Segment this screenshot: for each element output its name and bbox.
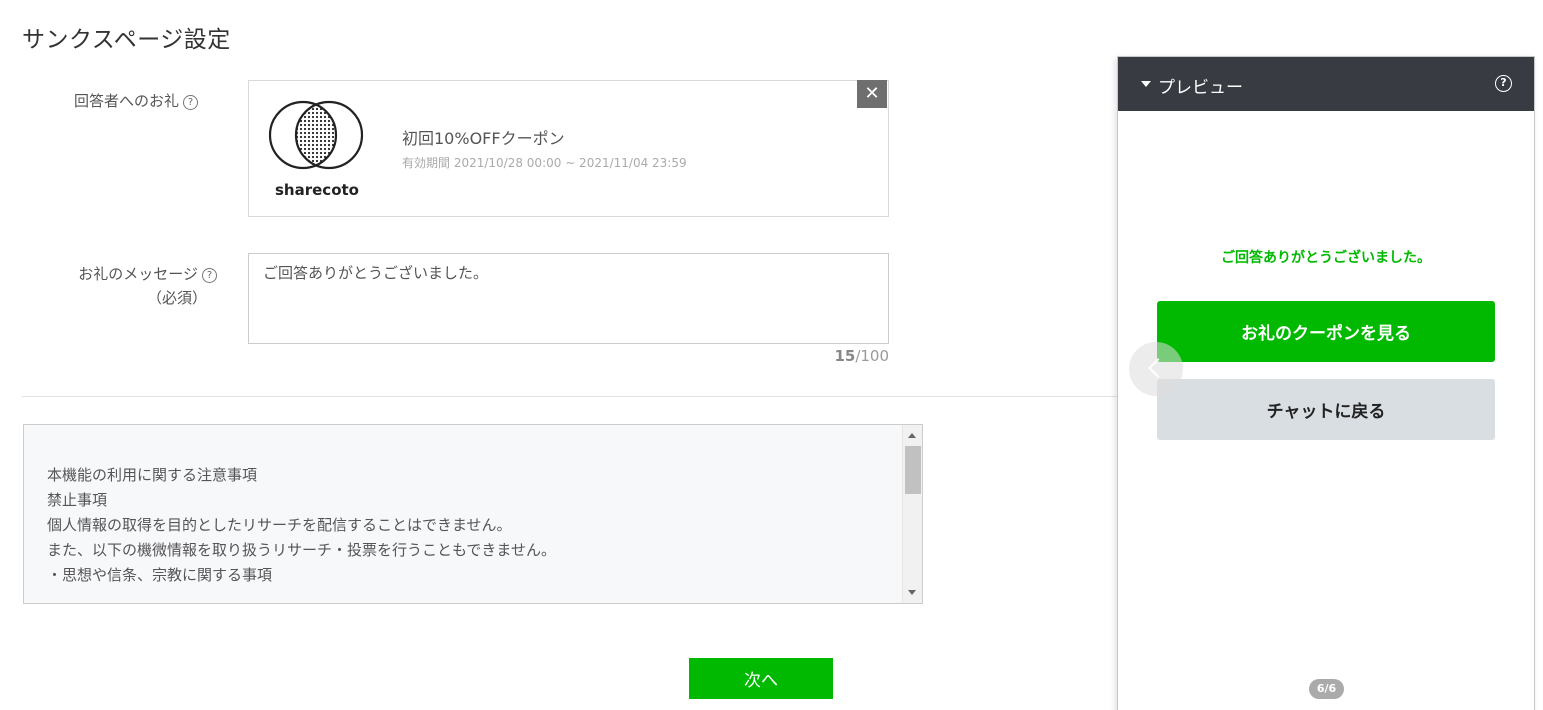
back-to-chat-button[interactable]: チャットに戻る xyxy=(1157,379,1495,440)
notice-line: 本機能の利用に関する注意事項 xyxy=(47,466,258,484)
notice-content: 本機能の利用に関する注意事項 禁止事項 個人情報の取得を目的としたリサーチを配信… xyxy=(47,463,887,588)
scroll-thumb[interactable] xyxy=(905,446,921,494)
help-icon[interactable]: ? xyxy=(1495,75,1512,92)
coupon-title: 初回10%OFFクーポン xyxy=(402,129,565,148)
preview-thanks-message: ご回答ありがとうございました。 xyxy=(1221,250,1431,266)
view-coupon-button[interactable]: お礼のクーポンを見る xyxy=(1157,301,1495,362)
scrollbar[interactable] xyxy=(902,425,922,603)
divider xyxy=(22,396,1118,397)
remove-coupon-button[interactable]: ✕ xyxy=(857,80,887,108)
scroll-up-icon[interactable] xyxy=(908,433,916,438)
preview-header[interactable]: プレビュー ? xyxy=(1118,57,1534,111)
preview-title[interactable]: プレビュー xyxy=(1158,73,1243,98)
sharecoto-logo: sharecoto xyxy=(263,95,371,203)
next-button[interactable]: 次へ xyxy=(689,658,833,699)
chevron-left-icon[interactable] xyxy=(1129,342,1183,396)
preview-panel: プレビュー ? ご回答ありがとうございました。 お礼のクーポンを見る チャットに… xyxy=(1117,56,1535,710)
char-count: 15 xyxy=(834,347,856,365)
reward-label: 回答者へのお礼 xyxy=(74,92,180,110)
notice-line: 禁止事項 xyxy=(47,491,108,509)
message-label-row: お礼のメッセージ? （必須） xyxy=(57,262,217,310)
page-title: サンクスページ設定 xyxy=(22,27,231,53)
scroll-down-icon[interactable] xyxy=(908,590,916,595)
message-label: お礼のメッセージ xyxy=(78,265,198,283)
required-label: （必須） xyxy=(146,289,207,307)
logo-text: sharecoto xyxy=(275,181,359,199)
notice-line: 個人情報の取得を目的としたリサーチを配信することはできません。 xyxy=(47,516,512,534)
help-icon[interactable]: ? xyxy=(183,95,199,110)
help-icon[interactable]: ? xyxy=(202,268,217,283)
reward-label-row: 回答者へのお礼? xyxy=(74,90,199,111)
coupon-validity: 有効期間 2021/10/28 00:00 ~ 2021/11/04 23:59 xyxy=(402,156,687,170)
notice-line: また、以下の機微情報を取り扱うリサーチ・投票を行うこともできません。 xyxy=(47,541,556,559)
char-max: /100 xyxy=(855,347,889,365)
notice-box[interactable]: 本機能の利用に関する注意事項 禁止事項 個人情報の取得を目的としたリサーチを配信… xyxy=(23,424,923,604)
message-textarea[interactable]: ご回答ありがとうございました。 xyxy=(248,253,889,344)
char-counter: 15/100 xyxy=(834,347,889,365)
coupon-card: sharecoto 初回10%OFFクーポン 有効期間 2021/10/28 0… xyxy=(248,80,889,217)
notice-line: ・思想や信条、宗教に関する事項 xyxy=(47,566,273,584)
page-indicator: 6/6 xyxy=(1309,679,1344,699)
caret-down-icon[interactable] xyxy=(1141,81,1151,87)
